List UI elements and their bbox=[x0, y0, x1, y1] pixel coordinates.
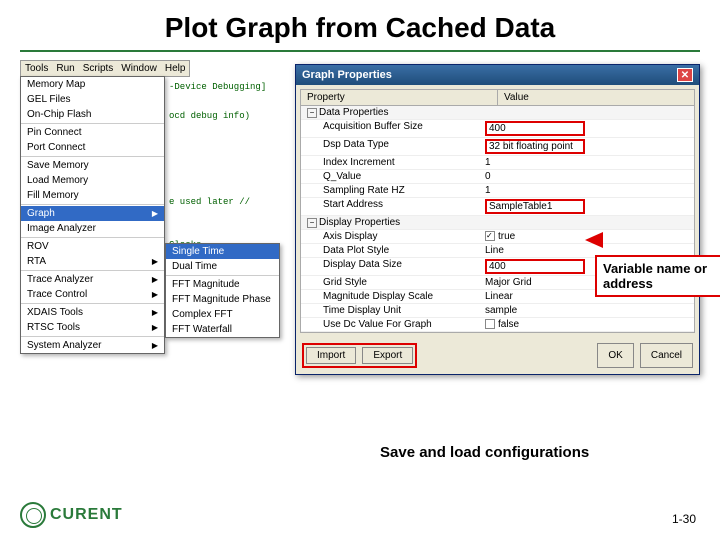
import-export-highlight: Import Export bbox=[302, 343, 417, 368]
menu-item-fill-memory[interactable]: Fill Memory bbox=[21, 188, 164, 203]
dialog-footer: Import Export OK Cancel bbox=[296, 337, 699, 374]
prop-axis-display[interactable]: Axis Displaytrue bbox=[301, 230, 694, 244]
section-display-properties[interactable]: −Display Properties bbox=[301, 216, 694, 230]
logo-text: CURENT bbox=[50, 506, 123, 524]
menu-separator bbox=[21, 270, 164, 271]
menu-item-trace-control[interactable]: Trace Control▶ bbox=[21, 287, 164, 302]
ok-button[interactable]: OK bbox=[597, 343, 633, 368]
callout-variable-name: Variable name or address bbox=[595, 255, 720, 297]
menu-separator bbox=[166, 275, 279, 276]
submenu-arrow-icon: ▶ bbox=[152, 341, 158, 350]
menu-item-load-memory[interactable]: Load Memory bbox=[21, 173, 164, 188]
menu-item-memory-map[interactable]: Memory Map bbox=[21, 77, 164, 92]
menu-item-trace-analyzer[interactable]: Trace Analyzer▶ bbox=[21, 272, 164, 287]
prop-use-dc-value[interactable]: Use Dc Value For Graphfalse bbox=[301, 318, 694, 332]
property-header: Property Value bbox=[301, 90, 694, 106]
menu-item-system-analyzer[interactable]: System Analyzer▶ bbox=[21, 338, 164, 353]
section-data-properties[interactable]: −Data Properties bbox=[301, 106, 694, 120]
checkbox-icon[interactable] bbox=[485, 231, 495, 241]
submenu-single-time[interactable]: Single Time bbox=[166, 244, 279, 259]
menu-item-pin-connect[interactable]: Pin Connect bbox=[21, 125, 164, 140]
menu-tools[interactable]: Tools bbox=[25, 63, 48, 74]
dialog-title: Graph Properties bbox=[302, 69, 392, 81]
submenu-arrow-icon: ▶ bbox=[152, 257, 158, 266]
collapse-icon[interactable]: − bbox=[307, 218, 317, 228]
collapse-icon[interactable]: − bbox=[307, 108, 317, 118]
menu-separator bbox=[21, 123, 164, 124]
dialog-titlebar: Graph Properties ✕ bbox=[296, 65, 699, 85]
menu-item-rta[interactable]: RTA▶ bbox=[21, 254, 164, 269]
graph-properties-dialog: Graph Properties ✕ Property Value −Data … bbox=[295, 64, 700, 375]
submenu-dual-time[interactable]: Dual Time bbox=[166, 259, 279, 274]
save-load-caption: Save and load configurations bbox=[380, 444, 589, 461]
menu-item-save-memory[interactable]: Save Memory bbox=[21, 158, 164, 173]
prop-time-display-unit[interactable]: Time Display Unitsample bbox=[301, 304, 694, 318]
submenu-arrow-icon: ▶ bbox=[152, 323, 158, 332]
submenu-arrow-icon: ▶ bbox=[152, 275, 158, 284]
prop-start-address[interactable]: Start AddressSampleTable1 bbox=[301, 198, 694, 216]
menu-window[interactable]: Window bbox=[121, 63, 157, 74]
import-button[interactable]: Import bbox=[306, 347, 356, 364]
menu-separator bbox=[21, 156, 164, 157]
checkbox-icon[interactable] bbox=[485, 319, 495, 329]
prop-dsp-data-type[interactable]: Dsp Data Type32 bit floating point bbox=[301, 138, 694, 156]
logo-icon bbox=[20, 502, 46, 528]
page-number: 1-30 bbox=[672, 512, 696, 526]
submenu-arrow-icon: ▶ bbox=[152, 290, 158, 299]
prop-acq-buffer-size[interactable]: Acquisition Buffer Size400 bbox=[301, 120, 694, 138]
menu-item-graph[interactable]: Graph▶ bbox=[21, 206, 164, 221]
menu-run[interactable]: Run bbox=[56, 63, 74, 74]
menu-item-rov[interactable]: ROV bbox=[21, 239, 164, 254]
slide-title: Plot Graph from Cached Data bbox=[0, 0, 720, 50]
submenu-complex-fft[interactable]: Complex FFT bbox=[166, 307, 279, 322]
prop-q-value[interactable]: Q_Value0 bbox=[301, 170, 694, 184]
submenu-arrow-icon: ▶ bbox=[152, 209, 158, 218]
logo: CURENT bbox=[20, 502, 123, 528]
header-value: Value bbox=[498, 90, 694, 105]
submenu-fft-waterfall[interactable]: FFT Waterfall bbox=[166, 322, 279, 337]
menu-item-rtsc-tools[interactable]: RTSC Tools▶ bbox=[21, 320, 164, 335]
title-underline bbox=[20, 50, 700, 52]
cancel-button[interactable]: Cancel bbox=[640, 343, 693, 368]
export-button[interactable]: Export bbox=[362, 347, 413, 364]
graph-submenu: Single Time Dual Time FFT Magnitude FFT … bbox=[165, 243, 280, 338]
submenu-fft-magnitude-phase[interactable]: FFT Magnitude Phase bbox=[166, 292, 279, 307]
callout-arrow-icon bbox=[585, 232, 603, 248]
close-icon[interactable]: ✕ bbox=[677, 68, 693, 82]
menu-item-gel-files[interactable]: GEL Files bbox=[21, 92, 164, 107]
code-background: -Device Debugging] ocd debug info) e use… bbox=[165, 76, 310, 406]
menu-item-onchip-flash[interactable]: On-Chip Flash bbox=[21, 107, 164, 122]
prop-sampling-rate[interactable]: Sampling Rate HZ1 bbox=[301, 184, 694, 198]
menu-item-port-connect[interactable]: Port Connect bbox=[21, 140, 164, 155]
menu-scripts[interactable]: Scripts bbox=[83, 63, 114, 74]
submenu-fft-magnitude[interactable]: FFT Magnitude bbox=[166, 277, 279, 292]
menu-help[interactable]: Help bbox=[165, 63, 186, 74]
menu-separator bbox=[21, 336, 164, 337]
menu-item-image-analyzer[interactable]: Image Analyzer bbox=[21, 221, 164, 236]
prop-index-increment[interactable]: Index Increment1 bbox=[301, 156, 694, 170]
menu-separator bbox=[21, 303, 164, 304]
menu-separator bbox=[21, 204, 164, 205]
menu-item-xdais-tools[interactable]: XDAIS Tools▶ bbox=[21, 305, 164, 320]
menu-separator bbox=[21, 237, 164, 238]
header-property: Property bbox=[301, 90, 498, 105]
tools-menu: Memory Map GEL Files On-Chip Flash Pin C… bbox=[20, 76, 165, 354]
content-area: Tools Run Scripts Window Help Memory Map… bbox=[20, 60, 700, 420]
submenu-arrow-icon: ▶ bbox=[152, 308, 158, 317]
menubar: Tools Run Scripts Window Help bbox=[20, 60, 190, 77]
